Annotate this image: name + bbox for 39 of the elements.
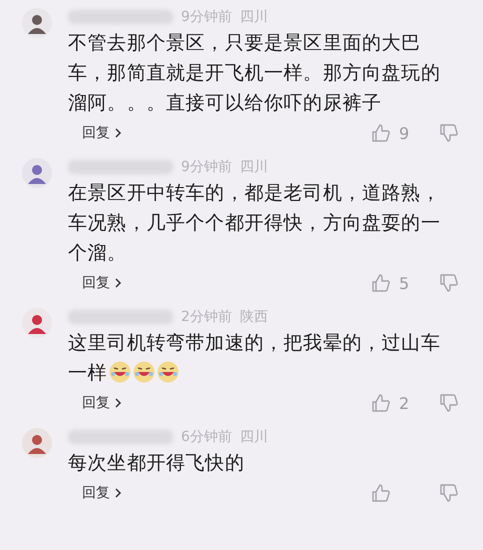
laughing-crying-face-icon [157,361,180,383]
thumbs-down-icon [439,483,459,503]
laughing-crying-face-icon [133,361,156,383]
comment-region: 四川 [240,8,268,26]
comment-time: 2分钟前 [181,308,232,326]
chevron-right-icon [114,277,122,289]
avatar[interactable] [22,8,52,38]
chevron-right-icon [114,127,122,139]
avatar[interactable] [22,308,52,338]
comment-time: 9分钟前 [181,158,232,176]
reply-button[interactable]: 回复 [68,274,122,292]
chevron-right-icon [114,487,122,499]
thumbs-up-icon [371,273,391,293]
dislike-button[interactable] [439,123,459,143]
thumbs-down-icon [439,273,459,293]
dislike-button[interactable] [439,273,459,293]
reply-button[interactable]: 回复 [68,394,122,412]
comment-region: 四川 [240,158,268,176]
thumbs-down-icon [439,393,459,413]
comment-text: 这里司机转弯带加速的，把我晕的，过山车一样 [68,331,442,386]
thumbs-up-icon [371,393,391,413]
reply-button[interactable]: 回复 [68,484,122,502]
comment-time: 6分钟前 [181,428,232,446]
thumbs-up-icon [371,123,391,143]
thumbs-down-icon [439,123,459,143]
avatar[interactable] [22,428,52,458]
chevron-right-icon [114,397,122,409]
comment-text: 每次坐都开得飞快的 [68,451,246,476]
dislike-button[interactable] [439,483,459,503]
reply-button[interactable]: 回复 [68,124,122,142]
comment-text: 在景区开中转车的，都是老司机，道路熟，车况熟，几乎个个都开得快，方向盘耍的一个溜。 [68,181,442,266]
comment-text: 不管去那个景区，只要是景区里面的大巴车，那简直就是开飞机一样。那方向盘玩的溜阿。。。直接可以给你吓的尿裤子 [68,31,442,116]
dislike-button[interactable] [439,393,459,413]
comment-region: 四川 [240,428,268,446]
comment-time: 9分钟前 [181,8,232,26]
thumbs-up-icon [371,483,391,503]
comment-region: 陕西 [240,308,268,326]
laughing-crying-face-icon [109,361,132,383]
avatar[interactable] [22,158,52,188]
